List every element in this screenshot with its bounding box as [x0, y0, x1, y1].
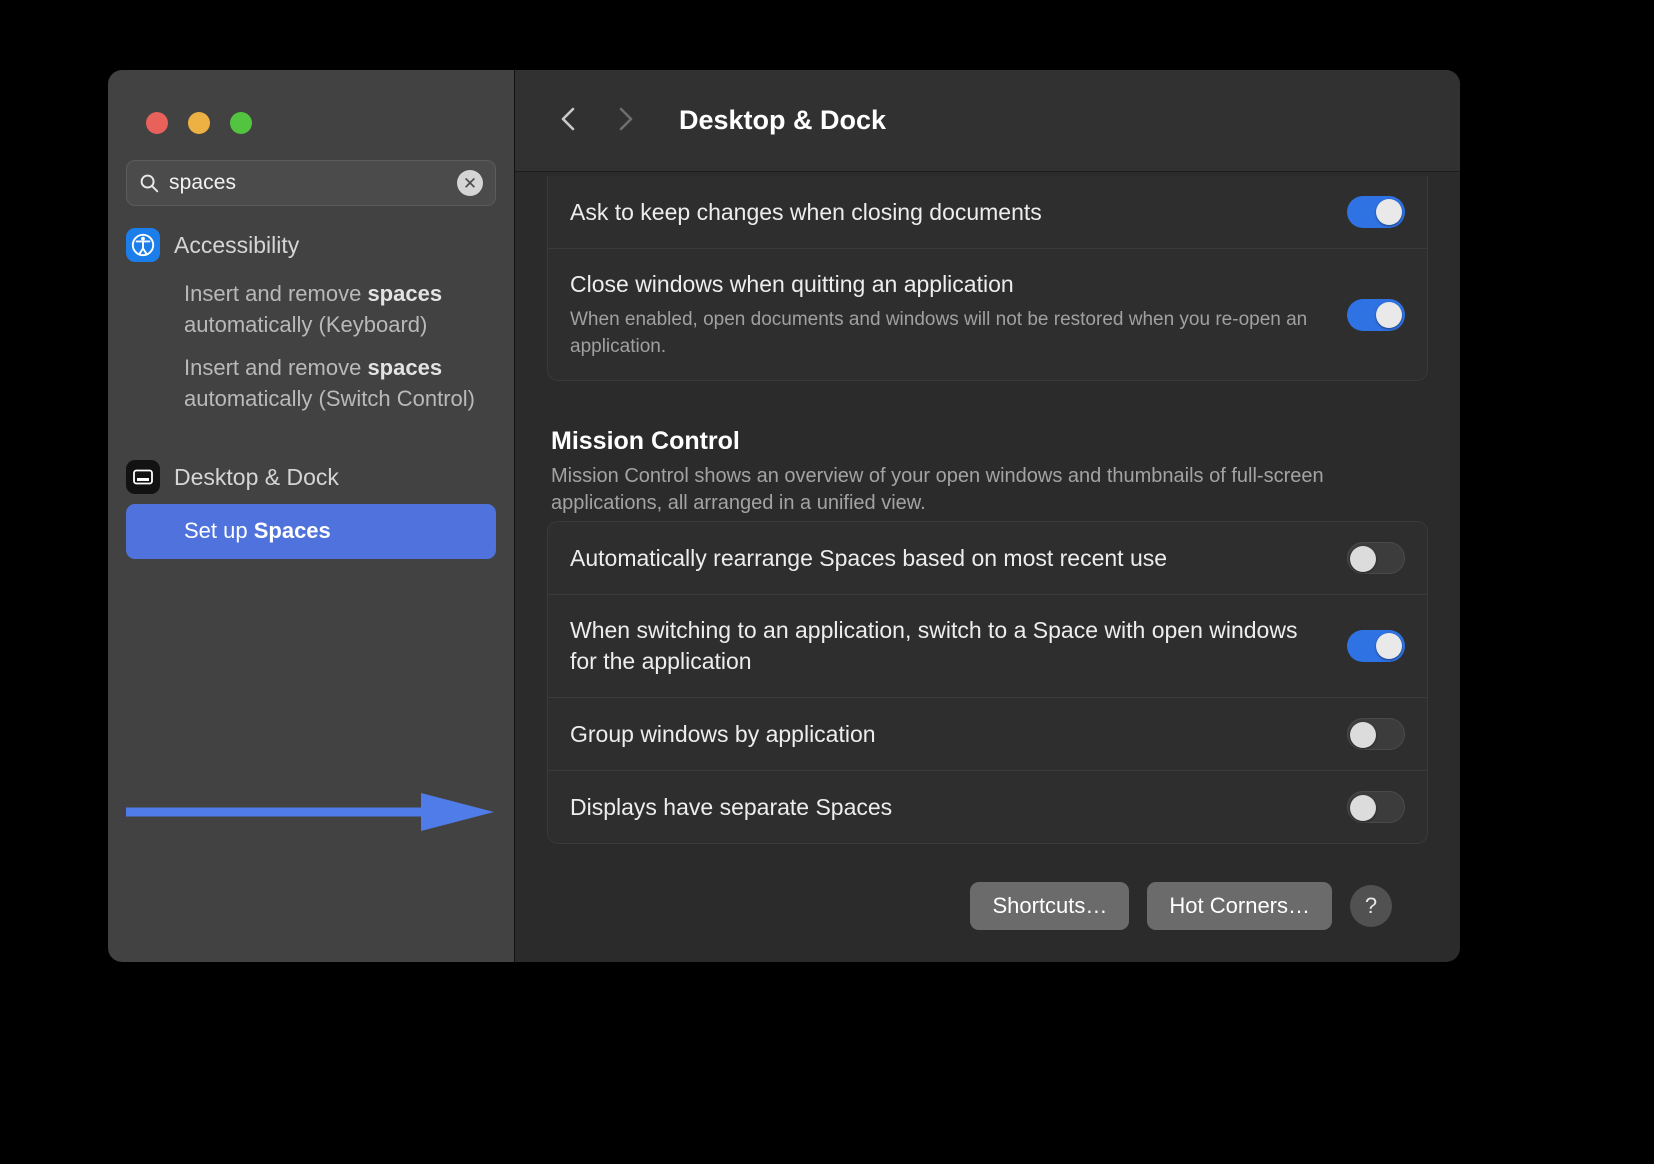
- minimize-button[interactable]: [188, 112, 210, 134]
- toggle-group-windows[interactable]: [1347, 718, 1405, 750]
- back-button[interactable]: [549, 101, 589, 141]
- row-text: Ask to keep changes when closing documen…: [570, 197, 1347, 228]
- toggle-knob: [1350, 546, 1376, 572]
- result-group-accessibility: Accessibility: [126, 228, 496, 262]
- result-group-title: Accessibility: [174, 231, 300, 258]
- toggle-knob: [1350, 795, 1376, 821]
- setting-label: Close windows when quitting an applicati…: [570, 271, 1014, 297]
- detail-pane: Desktop & Dock Ask to keep changes when …: [514, 70, 1460, 962]
- hot-corners-button[interactable]: Hot Corners…: [1147, 882, 1332, 930]
- close-button[interactable]: [146, 112, 168, 134]
- search-result-item[interactable]: Insert and remove spaces automatically (…: [126, 346, 496, 420]
- search-icon: [139, 173, 159, 193]
- row-text: Displays have separate Spaces: [570, 792, 1347, 823]
- row-text: Automatically rearrange Spaces based on …: [570, 543, 1347, 574]
- result-text-plain-3: Insert and remove: [184, 355, 368, 380]
- setting-row-ask-keep-changes: Ask to keep changes when closing documen…: [548, 176, 1427, 248]
- toggle-close-windows[interactable]: [1347, 298, 1405, 331]
- setting-label: When switching to an application, switch…: [570, 617, 1298, 674]
- sidebar: ✕ Accessibility Insert an: [108, 70, 514, 962]
- search-field[interactable]: ✕: [126, 160, 496, 206]
- mission-control-section-header: Mission Control Mission Control shows an…: [547, 381, 1428, 517]
- pane-footer: Shortcuts… Hot Corners… ?: [547, 844, 1428, 930]
- setting-label: Group windows by application: [570, 720, 876, 747]
- result-text-match-2: spaces: [367, 355, 443, 380]
- page-title: Desktop & Dock: [679, 105, 887, 135]
- result-group-title: Desktop & Dock: [174, 463, 339, 490]
- mission-control-card: Automatically rearrange Spaces based on …: [547, 521, 1428, 844]
- accessibility-icon: [126, 228, 160, 262]
- setting-row-auto-rearrange-spaces: Automatically rearrange Spaces based on …: [548, 522, 1427, 594]
- desktop-dock-icon: [126, 460, 160, 494]
- toggle-switch-to-space[interactable]: [1347, 630, 1405, 662]
- result-text-match-1: spaces: [367, 281, 443, 306]
- window-traffic-lights: [108, 70, 514, 134]
- chevron-right-icon: [612, 104, 638, 137]
- result-group-desktop-dock: Desktop & Dock: [126, 460, 496, 494]
- section-title: Mission Control: [551, 427, 740, 455]
- row-text: Close windows when quitting an applicati…: [570, 269, 1347, 360]
- toggle-knob: [1350, 722, 1376, 748]
- toggle-knob: [1376, 633, 1402, 659]
- search-results-list: Accessibility Insert and remove spaces a…: [108, 206, 514, 962]
- zoom-button[interactable]: [230, 112, 252, 134]
- toggle-ask-keep-changes[interactable]: [1347, 196, 1405, 228]
- setting-row-switch-to-space: When switching to an application, switch…: [548, 594, 1427, 697]
- toggle-auto-rearrange-spaces[interactable]: [1347, 542, 1405, 574]
- setting-row-close-windows: Close windows when quitting an applicati…: [548, 248, 1427, 380]
- toggle-knob: [1376, 301, 1402, 328]
- search-result-item[interactable]: Insert and remove spaces automatically (…: [126, 272, 496, 346]
- row-text: When switching to an application, switch…: [570, 615, 1347, 677]
- result-text-plain-4: automatically (Switch Control): [184, 386, 475, 411]
- setting-row-group-windows: Group windows by application: [548, 697, 1427, 770]
- setting-label: Ask to keep changes when closing documen…: [570, 198, 1042, 225]
- annotation-arrow: [126, 790, 496, 834]
- setting-label: Displays have separate Spaces: [570, 793, 893, 820]
- setting-description: When enabled, open documents and windows…: [570, 309, 1308, 357]
- screen: ✕ Accessibility Insert an: [0, 0, 1654, 1164]
- settings-content: Ask to keep changes when closing documen…: [515, 172, 1460, 962]
- forward-button[interactable]: [605, 101, 645, 141]
- row-text: Group windows by application: [570, 719, 1347, 750]
- search-container: ✕: [108, 134, 514, 206]
- pane-titlebar: Desktop & Dock: [515, 70, 1460, 172]
- toggle-knob: [1376, 199, 1402, 225]
- toggle-displays-separate-spaces[interactable]: [1347, 791, 1405, 823]
- help-button[interactable]: ?: [1350, 885, 1392, 927]
- setting-row-displays-separate-spaces: Displays have separate Spaces: [548, 770, 1427, 843]
- result-text-plain-5: Set up: [184, 518, 254, 543]
- system-settings-window: ✕ Accessibility Insert an: [108, 70, 1460, 962]
- setting-label: Automatically rearrange Spaces based on …: [570, 544, 1168, 571]
- result-text-plain-1: Insert and remove: [184, 281, 368, 306]
- search-input[interactable]: [169, 171, 447, 195]
- result-text-match-3: Spaces: [253, 518, 331, 543]
- search-result-item-set-up-spaces[interactable]: Set up Spaces: [126, 504, 496, 559]
- chevron-left-icon: [556, 104, 582, 137]
- documents-settings-card: Ask to keep changes when closing documen…: [547, 176, 1428, 381]
- clear-search-icon[interactable]: ✕: [457, 170, 483, 196]
- section-description: Mission Control shows an overview of you…: [551, 465, 1324, 514]
- shortcuts-button[interactable]: Shortcuts…: [970, 882, 1130, 930]
- result-text-plain-2: automatically (Keyboard): [184, 312, 428, 337]
